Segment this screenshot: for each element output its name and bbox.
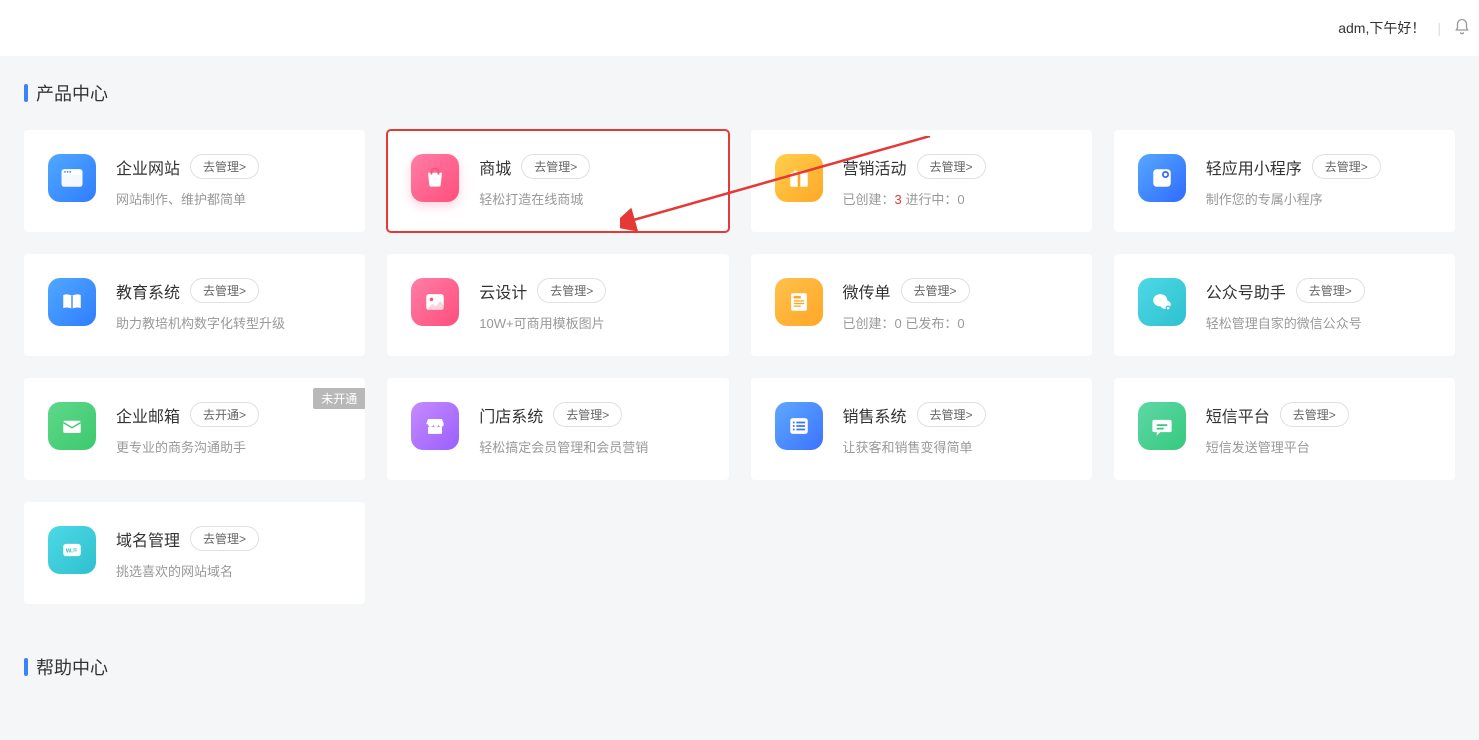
- manage-button[interactable]: 去管理>: [1312, 154, 1381, 179]
- list-icon: [775, 402, 823, 450]
- manage-button[interactable]: 去管理>: [1296, 278, 1365, 303]
- card-sms-platform[interactable]: 短信平台 去管理> 短信发送管理平台: [1114, 378, 1455, 480]
- card-desc: 挑选喜欢的网站域名: [116, 561, 341, 580]
- manage-button[interactable]: 去管理>: [190, 154, 259, 179]
- badge-not-activated: 未开通: [313, 388, 365, 409]
- card-desc: 轻松搞定会员管理和会员营销: [479, 437, 704, 456]
- manage-button[interactable]: 去管理>: [917, 154, 986, 179]
- card-marketing[interactable]: 营销活动 去管理> 已创建：3 进行中：0: [751, 130, 1092, 232]
- top-bar: adm,下午好！ |: [0, 0, 1479, 56]
- domain-icon: w.=: [48, 526, 96, 574]
- card-desc: 已创建：0 已发布：0: [843, 313, 1068, 332]
- card-desc: 网站制作、维护都简单: [116, 189, 341, 208]
- card-title: 域名管理: [116, 527, 180, 551]
- card-mall[interactable]: 商城 去管理> 轻松打造在线商城: [387, 130, 728, 232]
- chat-bubble-icon: [1138, 402, 1186, 450]
- divider: |: [1437, 20, 1441, 36]
- card-title: 企业网站: [116, 155, 180, 179]
- card-desc: 10W+可商用模板图片: [479, 313, 704, 332]
- card-title: 短信平台: [1206, 403, 1270, 427]
- greeting-text: adm,下午好！: [1338, 18, 1425, 38]
- card-title: 商城: [479, 155, 511, 179]
- browser-window-icon: [48, 154, 96, 202]
- card-title: 营销活动: [843, 155, 907, 179]
- card-desc: 更专业的商务沟通助手: [116, 437, 341, 456]
- manage-button[interactable]: 去管理>: [521, 154, 590, 179]
- card-desc: 轻松管理自家的微信公众号: [1206, 313, 1431, 332]
- notification-bell-icon[interactable]: [1453, 18, 1471, 39]
- card-education[interactable]: 教育系统 去管理> 助力教培机构数字化转型升级: [24, 254, 365, 356]
- card-domain[interactable]: w.= 域名管理 去管理> 挑选喜欢的网站域名: [24, 502, 365, 604]
- card-store-system[interactable]: 门店系统 去管理> 轻松搞定会员管理和会员营销: [387, 378, 728, 480]
- card-title: 企业邮箱: [116, 403, 180, 427]
- card-miniapp[interactable]: 轻应用小程序 去管理> 制作您的专属小程序: [1114, 130, 1455, 232]
- activate-button[interactable]: 去开通>: [190, 402, 259, 427]
- card-desc: 轻松打造在线商城: [479, 189, 704, 208]
- manage-button[interactable]: 去管理>: [1280, 402, 1349, 427]
- card-title: 云设计: [479, 279, 527, 303]
- card-title: 门店系统: [479, 403, 543, 427]
- manage-button[interactable]: 去管理>: [901, 278, 970, 303]
- shopping-bag-icon: [411, 154, 459, 202]
- flyer-icon: [775, 278, 823, 326]
- miniapp-icon: [1138, 154, 1186, 202]
- card-desc: 短信发送管理平台: [1206, 437, 1431, 456]
- manage-button[interactable]: 去管理>: [917, 402, 986, 427]
- card-desc: 让获客和销售变得简单: [843, 437, 1068, 456]
- card-sales-system[interactable]: 销售系统 去管理> 让获客和销售变得简单: [751, 378, 1092, 480]
- section-title-products: 产品中心: [24, 80, 1455, 106]
- card-desc: 制作您的专属小程序: [1206, 189, 1431, 208]
- manage-button[interactable]: 去管理>: [537, 278, 606, 303]
- card-enterprise-website[interactable]: 企业网站 去管理> 网站制作、维护都简单: [24, 130, 365, 232]
- storefront-icon: [411, 402, 459, 450]
- manage-button[interactable]: 去管理>: [190, 526, 259, 551]
- section-title-text: 产品中心: [36, 80, 108, 106]
- svg-text:w.=: w.=: [65, 548, 77, 555]
- card-title: 教育系统: [116, 279, 180, 303]
- section-title-text: 帮助中心: [36, 654, 108, 680]
- main-content: 产品中心 企业网站 去管理> 网站制作、维护都简单 商城: [0, 56, 1479, 728]
- wechat-icon: [1138, 278, 1186, 326]
- card-enterprise-mail[interactable]: 未开通 企业邮箱 去开通> 更专业的商务沟通助手: [24, 378, 365, 480]
- manage-button[interactable]: 去管理>: [553, 402, 622, 427]
- card-desc: 已创建：3 进行中：0: [843, 189, 1068, 208]
- card-desc: 助力教培机构数字化转型升级: [116, 313, 341, 332]
- card-cloud-design[interactable]: 云设计 去管理> 10W+可商用模板图片: [387, 254, 728, 356]
- card-title: 微传单: [843, 279, 891, 303]
- card-flyer[interactable]: 微传单 去管理> 已创建：0 已发布：0: [751, 254, 1092, 356]
- products-grid: 企业网站 去管理> 网站制作、维护都简单 商城 去管理> 轻松打造在线商城: [24, 130, 1455, 604]
- book-icon: [48, 278, 96, 326]
- envelope-icon: [48, 402, 96, 450]
- card-title: 轻应用小程序: [1206, 155, 1302, 179]
- card-title: 销售系统: [843, 403, 907, 427]
- manage-button[interactable]: 去管理>: [190, 278, 259, 303]
- gift-icon: [775, 154, 823, 202]
- card-title: 公众号助手: [1206, 279, 1286, 303]
- image-icon: [411, 278, 459, 326]
- section-title-help: 帮助中心: [24, 654, 1455, 680]
- card-wechat-assistant[interactable]: 公众号助手 去管理> 轻松管理自家的微信公众号: [1114, 254, 1455, 356]
